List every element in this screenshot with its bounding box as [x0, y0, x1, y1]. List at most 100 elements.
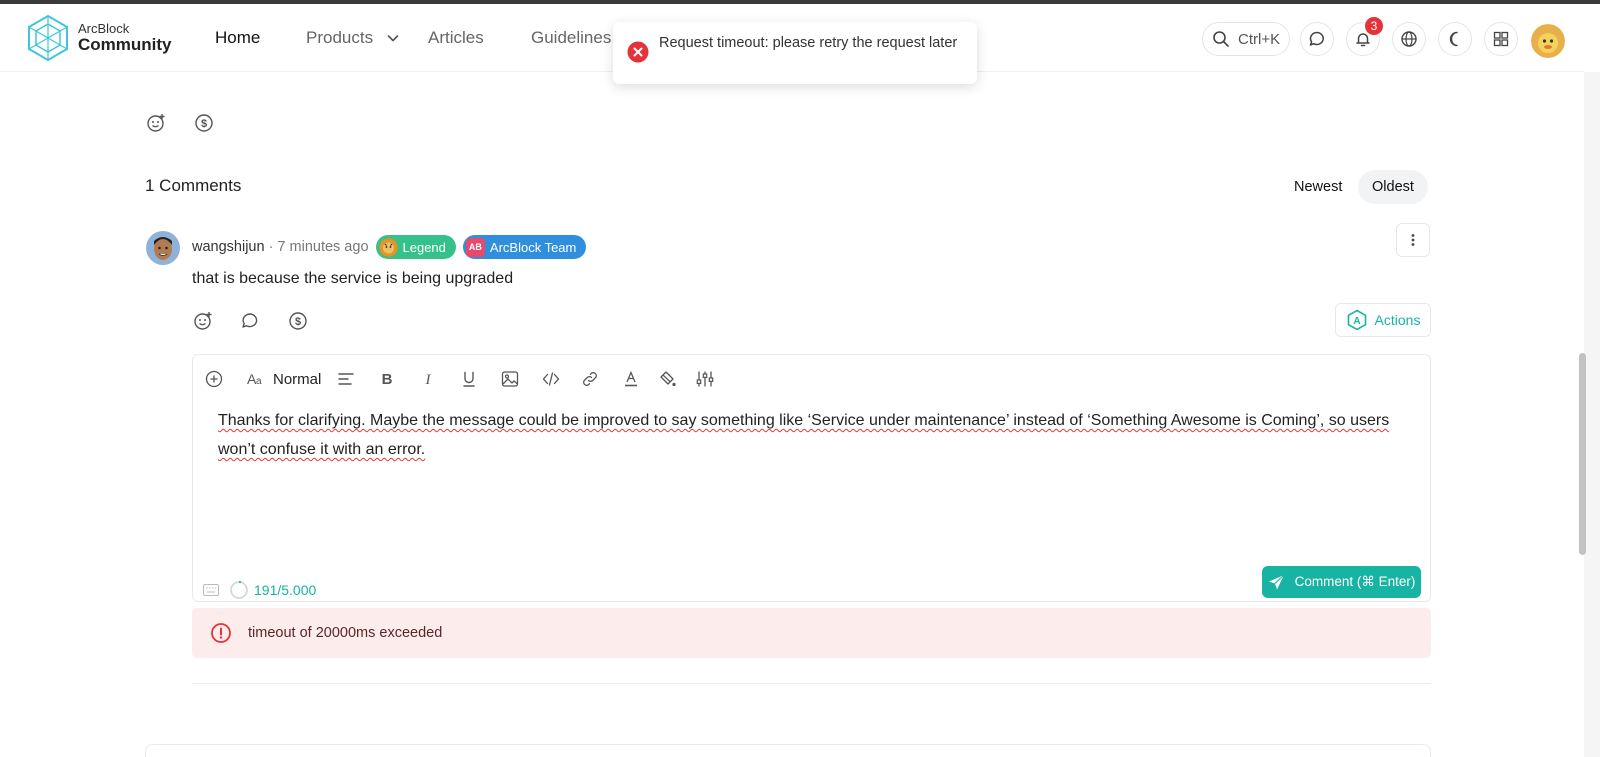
apps-button[interactable] — [1484, 22, 1518, 56]
italic-icon: I — [425, 372, 432, 388]
plus-circle-icon — [205, 370, 223, 388]
site-logo[interactable]: ArcBlock Community — [26, 14, 172, 62]
theme-toggle-button[interactable] — [1438, 22, 1472, 56]
comment-author-avatar[interactable] — [146, 231, 180, 265]
error-toast: Request timeout: please retry the reques… — [613, 22, 977, 84]
keyboard-icon[interactable] — [203, 584, 219, 596]
actions-button-label: Actions — [1374, 312, 1421, 328]
comment-author-avatar-image — [146, 231, 180, 265]
align-left-icon — [338, 373, 355, 385]
image-icon — [502, 371, 519, 387]
reply-editor[interactable]: Aa Normal B I Thanks for clarifying. May… — [192, 354, 1431, 602]
search-shortcut-label: Ctrl+K — [1238, 30, 1281, 48]
svg-text:B: B — [382, 371, 393, 388]
legend-badge-label: Legend — [402, 239, 446, 255]
text-color-button[interactable] — [620, 368, 642, 390]
bold-icon: B — [382, 371, 393, 388]
notifications-button[interactable]: 3 — [1346, 15, 1385, 56]
comment-author-name[interactable]: wangshijun — [192, 239, 265, 255]
team-badge: AB ArcBlock Team — [462, 235, 587, 259]
team-badge-label: ArcBlock Team — [489, 239, 577, 255]
highlight-button[interactable] — [657, 368, 679, 390]
paint-bucket-icon — [660, 371, 676, 387]
align-button[interactable] — [335, 368, 357, 390]
font-size-button[interactable]: Aa — [245, 368, 267, 390]
underline-button[interactable] — [458, 368, 480, 390]
comment-timestamp: · 7 minutes ago — [268, 239, 369, 255]
format-settings-button[interactable] — [694, 368, 716, 390]
moon-icon — [1449, 31, 1458, 47]
nav-home[interactable]: Home — [215, 28, 260, 48]
font-size-select[interactable]: Normal — [273, 371, 321, 388]
tip-dollar-icon[interactable]: $ — [194, 113, 214, 133]
svg-text:A: A — [1353, 316, 1360, 327]
code-icon — [542, 372, 560, 386]
progress-ring-icon — [230, 581, 248, 599]
link-button[interactable] — [579, 368, 601, 390]
editor-toolbar: Aa Normal B I — [203, 367, 716, 391]
text-color-icon — [625, 370, 638, 387]
chat-button[interactable] — [1300, 22, 1334, 56]
toast-message: Request timeout: please retry the reques… — [659, 35, 958, 51]
user-avatar[interactable] — [1531, 24, 1565, 58]
italic-button[interactable]: I — [417, 368, 439, 390]
search-icon — [1213, 31, 1229, 47]
add-reaction-icon[interactable] — [193, 311, 213, 331]
char-count-label: 191/5.000 — [254, 582, 317, 598]
char-counter: 191/5.000 — [203, 580, 316, 600]
insert-image-button[interactable] — [499, 368, 521, 390]
comment-meta: wangshijun · 7 minutes ago Legend AB Arc… — [192, 235, 587, 259]
tiger-badge-icon — [378, 237, 398, 257]
text-size-icon: Aa — [247, 371, 262, 387]
bold-button[interactable]: B — [376, 368, 398, 390]
nav-guidelines[interactable]: Guidelines — [531, 28, 611, 48]
globe-icon — [1401, 31, 1417, 47]
comment-body: that is because the service is being upg… — [192, 270, 514, 287]
svg-text:a: a — [256, 376, 262, 387]
logo-brand-text: ArcBlock — [78, 20, 130, 36]
editor-content[interactable]: Thanks for clarifying. Maybe the message… — [218, 406, 1418, 464]
alert-circle-icon — [211, 623, 231, 643]
legend-badge: Legend — [375, 235, 456, 259]
page-scrollbar-thumb[interactable] — [1579, 353, 1586, 555]
ai-hexagon-icon: A — [1347, 309, 1366, 331]
link-icon — [583, 372, 598, 386]
next-section-card — [145, 744, 1431, 757]
comments-count-title: 1 Comments — [145, 176, 242, 195]
tip-dollar-icon[interactable]: $ — [288, 311, 308, 331]
insert-block-button[interactable] — [203, 368, 225, 390]
error-circle-icon — [627, 41, 649, 63]
add-reaction-icon[interactable] — [146, 113, 166, 133]
svg-text:$: $ — [295, 316, 301, 328]
sort-newest-button[interactable]: Newest — [1282, 170, 1354, 204]
svg-text:I: I — [425, 372, 432, 388]
search-button[interactable]: Ctrl+K — [1202, 22, 1290, 56]
team-badge-initials: AB — [465, 237, 485, 257]
chat-bubble-icon — [1309, 31, 1324, 46]
send-icon — [1268, 574, 1285, 589]
comment-divider — [192, 683, 1431, 684]
arcblock-logo-icon — [28, 14, 68, 62]
language-button[interactable] — [1392, 22, 1426, 56]
notification-count-badge: 3 — [1363, 15, 1385, 37]
logo-community-text: Community — [78, 34, 172, 54]
page-scrollbar-track[interactable] — [1584, 72, 1600, 757]
underline-icon — [463, 371, 476, 387]
sliders-icon — [697, 371, 714, 387]
svg-text:$: $ — [201, 118, 207, 130]
chevron-down-icon[interactable] — [385, 30, 401, 46]
user-avatar-image — [1531, 24, 1565, 58]
error-alert-message: timeout of 20000ms exceeded — [248, 625, 443, 641]
apps-grid-icon — [1493, 31, 1509, 47]
error-alert: timeout of 20000ms exceeded — [192, 608, 1431, 658]
submit-comment-label: Comment (⌘ Enter) — [1294, 574, 1416, 589]
more-vertical-icon — [1411, 234, 1415, 246]
nav-articles[interactable]: Articles — [428, 28, 484, 48]
comment-actions-button[interactable]: A Actions — [1335, 303, 1431, 337]
submit-comment-button[interactable]: Comment (⌘ Enter) — [1262, 566, 1421, 598]
sort-oldest-button[interactable]: Oldest — [1358, 170, 1428, 204]
comment-more-button[interactable] — [1396, 223, 1430, 257]
code-button[interactable] — [540, 368, 562, 390]
nav-products[interactable]: Products — [306, 28, 373, 48]
reply-icon[interactable] — [240, 311, 260, 331]
